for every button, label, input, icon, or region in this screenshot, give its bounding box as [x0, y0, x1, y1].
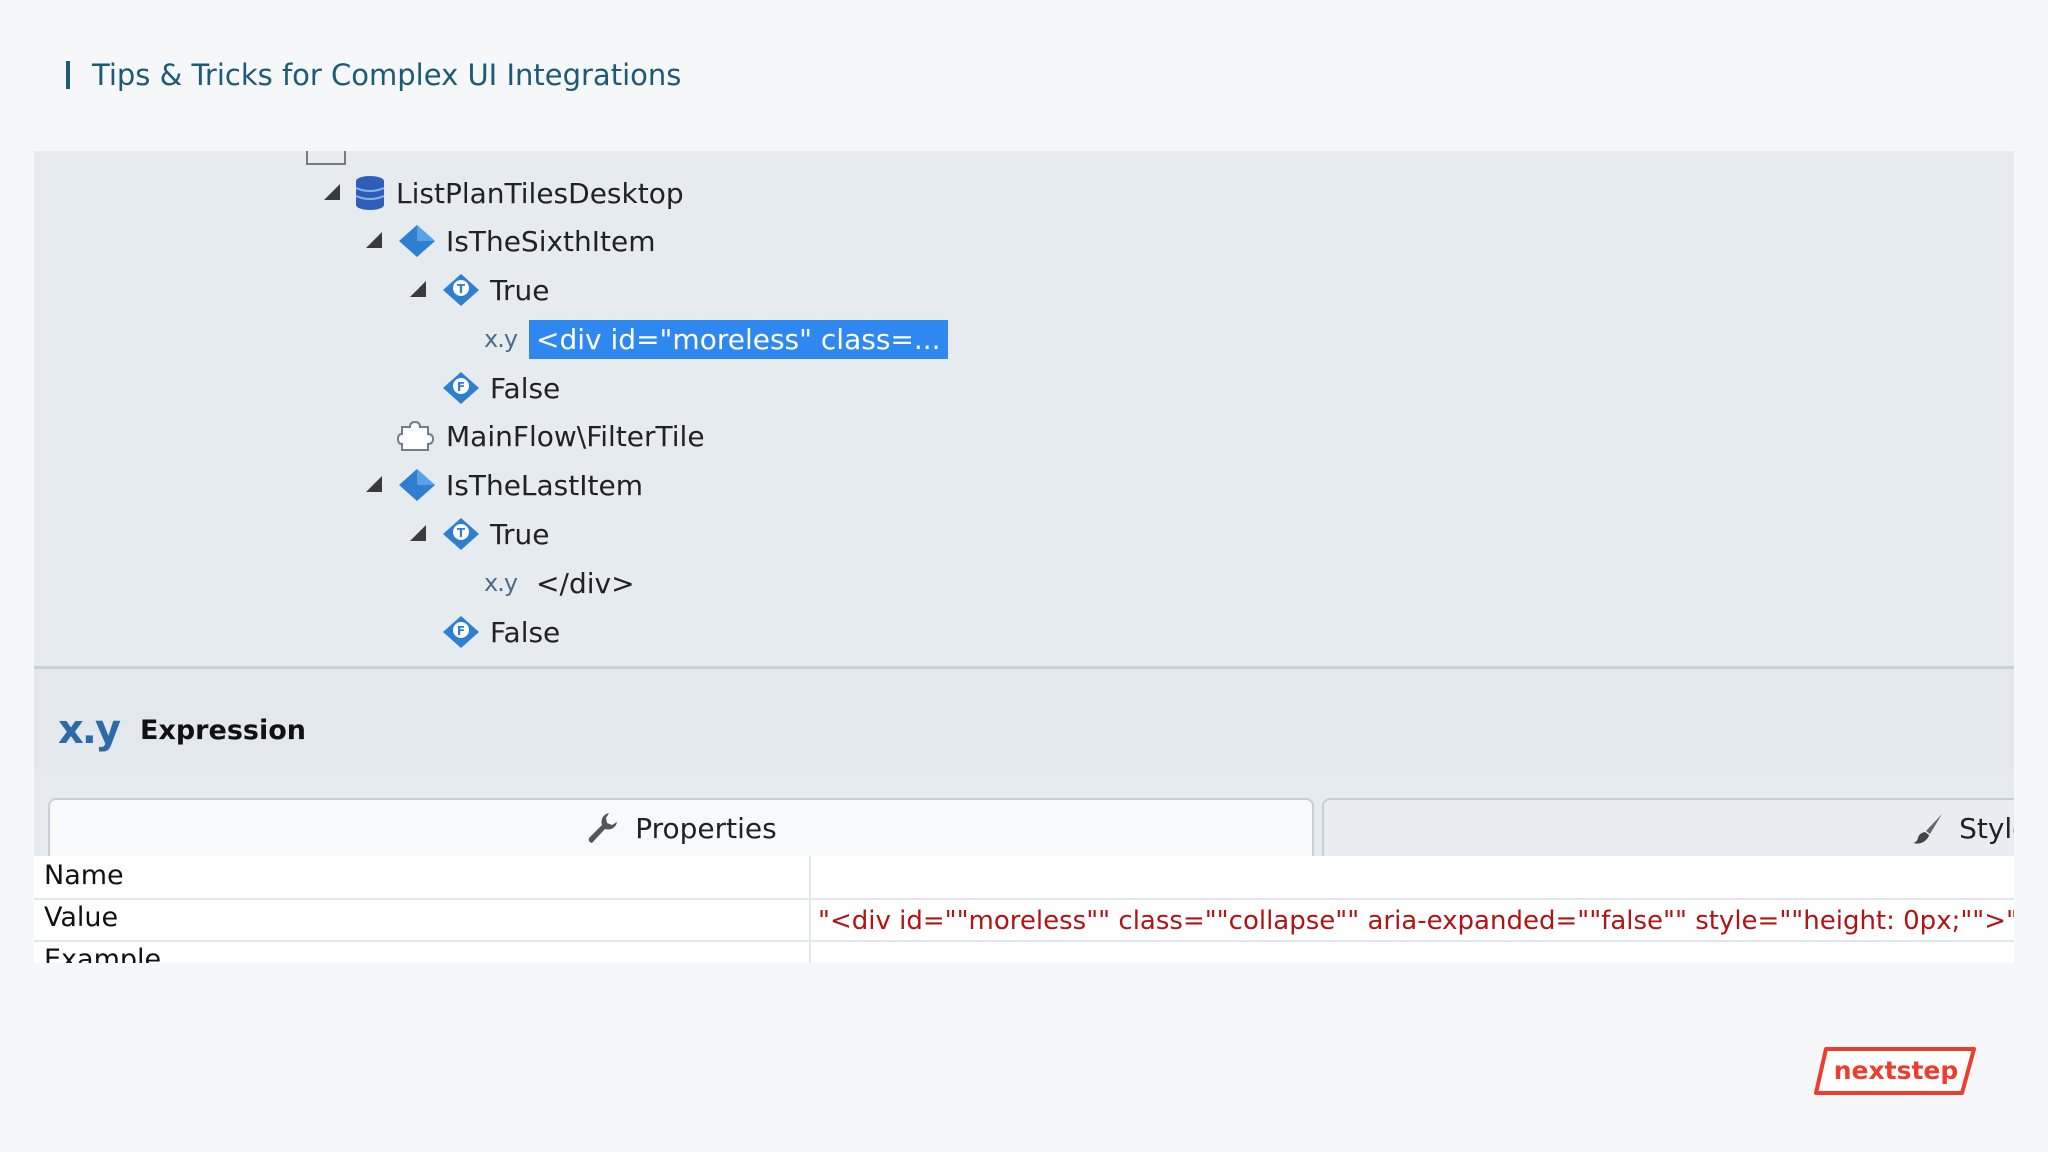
wrench-icon — [585, 810, 621, 846]
expand-arrow-icon[interactable] — [366, 476, 384, 494]
ide-screenshot: hidden-xs ListPlanTilesDesktop IsTheSixt… — [34, 151, 2014, 963]
column-divider — [809, 898, 811, 940]
tree-item-web-block[interactable]: MainFlow\FilterTile — [396, 414, 705, 458]
tree-item-label: </div> — [536, 566, 635, 600]
tree-item-label: True — [490, 273, 550, 307]
tab-styles[interactable]: Styles — [1322, 798, 2014, 856]
checkbox-icon — [306, 151, 346, 165]
property-value[interactable]: "<div id=""moreless"" class=""collapse""… — [818, 906, 2014, 936]
true-branch-icon: T — [443, 518, 479, 550]
property-name: Name — [44, 860, 124, 891]
property-row-value[interactable]: Value "<div id=""moreless"" class=""coll… — [34, 898, 2014, 942]
svg-text:F: F — [457, 624, 465, 638]
tree-item-true-branch[interactable]: T True — [410, 268, 549, 312]
tree-item-label: MainFlow\FilterTile — [446, 419, 705, 453]
nextstep-logo: nextstep — [1812, 1046, 1978, 1096]
column-divider — [809, 940, 811, 963]
tree-item-if[interactable]: IsTheSixthItem — [366, 219, 656, 263]
tree-item-label: IsTheSixthItem — [446, 224, 656, 258]
database-icon — [355, 176, 385, 210]
tree-item-expression[interactable]: x.y </div> — [484, 561, 642, 605]
expression-icon: x.y — [484, 569, 518, 597]
property-row-name[interactable]: Name — [34, 856, 2014, 900]
tree-item-hidden-xs[interactable]: hidden-xs — [354, 151, 491, 156]
expression-type-icon: x.y — [58, 707, 121, 753]
tree-item-false-branch[interactable]: F False — [442, 366, 560, 410]
svg-text:T: T — [457, 282, 466, 296]
tree-item-true-branch[interactable]: T True — [410, 512, 549, 556]
property-row-example[interactable]: Example — [34, 940, 2014, 963]
false-branch-icon: F — [443, 616, 479, 648]
tree-item-false-branch[interactable]: F False — [442, 610, 560, 654]
true-branch-icon: T — [443, 274, 479, 306]
if-diamond-icon — [399, 225, 435, 257]
brush-icon — [1911, 811, 1945, 845]
title-accent-bar — [66, 61, 70, 89]
property-name: Example — [44, 944, 162, 963]
tree-item-label: <div id="moreless" class=... — [529, 319, 948, 359]
logo-text: nextstep — [1834, 1056, 1959, 1085]
expand-arrow-icon[interactable] — [410, 525, 428, 543]
expression-icon: x.y — [484, 325, 518, 353]
expand-arrow-icon[interactable] — [410, 281, 428, 299]
properties-grid: Name Value "<div id=""moreless"" class="… — [34, 856, 2014, 963]
tree-item-list[interactable]: ListPlanTilesDesktop — [324, 171, 684, 215]
svg-text:F: F — [457, 380, 465, 394]
false-branch-icon: F — [443, 372, 479, 404]
tab-properties[interactable]: Properties — [48, 798, 1314, 856]
tree-item-label: True — [490, 517, 550, 551]
widget-tree: hidden-xs ListPlanTilesDesktop IsTheSixt… — [34, 151, 2014, 669]
tree-item-label: False — [490, 371, 561, 405]
expand-arrow-icon[interactable] — [366, 232, 384, 250]
properties-tabs: Properties Styles — [34, 798, 2014, 856]
tab-label: Styles — [1959, 811, 2014, 845]
tree-item-label: False — [490, 615, 561, 649]
slide-title-text: Tips & Tricks for Complex UI Integration… — [92, 58, 682, 92]
expand-arrow-icon[interactable] — [324, 184, 342, 202]
property-name: Value — [44, 902, 119, 933]
tab-label: Properties — [635, 811, 777, 845]
tree-item-expression-selected[interactable]: x.y <div id="moreless" class=... — [484, 317, 948, 361]
column-divider — [809, 856, 811, 898]
tree-item-label: ListPlanTilesDesktop — [396, 176, 684, 210]
properties-header-title: Expression — [140, 715, 306, 746]
tree-item-if[interactable]: IsTheLastItem — [366, 463, 643, 507]
svg-text:T: T — [457, 526, 466, 540]
if-diamond-icon — [399, 469, 435, 501]
tree-item-label: IsTheLastItem — [446, 468, 643, 502]
web-block-icon — [396, 420, 435, 451]
slide-title: Tips & Tricks for Complex UI Integration… — [66, 58, 681, 92]
properties-header: x.y Expression — [34, 669, 2014, 769]
